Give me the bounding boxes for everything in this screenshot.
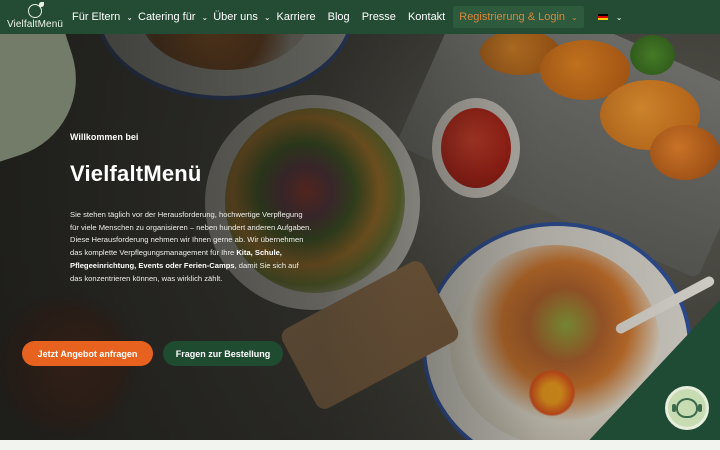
site-header: VielfaltMenü Für Eltern ⌄ Catering für ⌄… <box>0 0 720 34</box>
logo[interactable]: VielfaltMenü <box>0 0 70 34</box>
support-agent-icon <box>672 398 702 418</box>
german-flag-icon <box>597 13 608 21</box>
nav-item-label: Karriere <box>276 11 316 23</box>
nav-item-kontakt[interactable]: Kontakt <box>408 0 445 34</box>
nav-item-label: Kontakt <box>407 11 446 23</box>
chevron-down-icon: ⌄ <box>571 12 578 22</box>
nav-item-karriere[interactable]: Karriere <box>277 0 316 34</box>
leaf-circle-icon <box>28 2 44 18</box>
logo-text: VielfaltMenü <box>6 19 64 30</box>
nav-item-label: Catering für <box>138 11 196 23</box>
decorative-corner <box>580 300 720 450</box>
nav-item-label: Für Eltern <box>72 11 121 23</box>
hero-eyebrow: Willkommen bei <box>70 132 139 142</box>
nav-item-fuer-eltern[interactable]: Für Eltern ⌄ <box>72 0 133 34</box>
nav-item-ueber-uns[interactable]: Über uns ⌄ <box>213 0 270 34</box>
order-questions-button[interactable]: Fragen zur Bestellung <box>163 341 283 366</box>
nav-item-catering-fuer[interactable]: Catering für ⌄ <box>138 0 208 34</box>
register-login-button[interactable]: Registrierung & Login ⌄ <box>453 0 584 34</box>
register-login-text: Registrierung & Login <box>459 11 566 23</box>
nav-item-label: Blog <box>327 11 350 23</box>
chevron-down-icon: ⌄ <box>201 12 209 22</box>
main-nav: Für Eltern ⌄ Catering für ⌄ Über uns ⌄ K… <box>70 0 622 34</box>
hero-description: Sie stehen täglich vor der Herausforderu… <box>70 209 312 285</box>
register-login-label: Registrierung & Login ⌄ <box>453 6 584 28</box>
chevron-down-icon: ⌄ <box>263 12 271 22</box>
hero-title: VielfaltMenü <box>70 161 202 186</box>
chevron-down-icon: ⌄ <box>615 12 623 22</box>
page-bottom-strip <box>0 440 720 450</box>
nav-item-label: Presse <box>361 11 396 23</box>
chat-widget-button[interactable] <box>665 386 709 430</box>
nav-item-presse[interactable]: Presse <box>362 0 396 34</box>
language-switcher[interactable]: ⌄ <box>584 0 623 34</box>
nav-item-label: Über uns <box>213 11 258 23</box>
chevron-down-icon: ⌄ <box>126 12 133 22</box>
nav-item-blog[interactable]: Blog <box>328 0 350 34</box>
request-offer-button[interactable]: Jetzt Angebot anfragen <box>22 341 153 366</box>
